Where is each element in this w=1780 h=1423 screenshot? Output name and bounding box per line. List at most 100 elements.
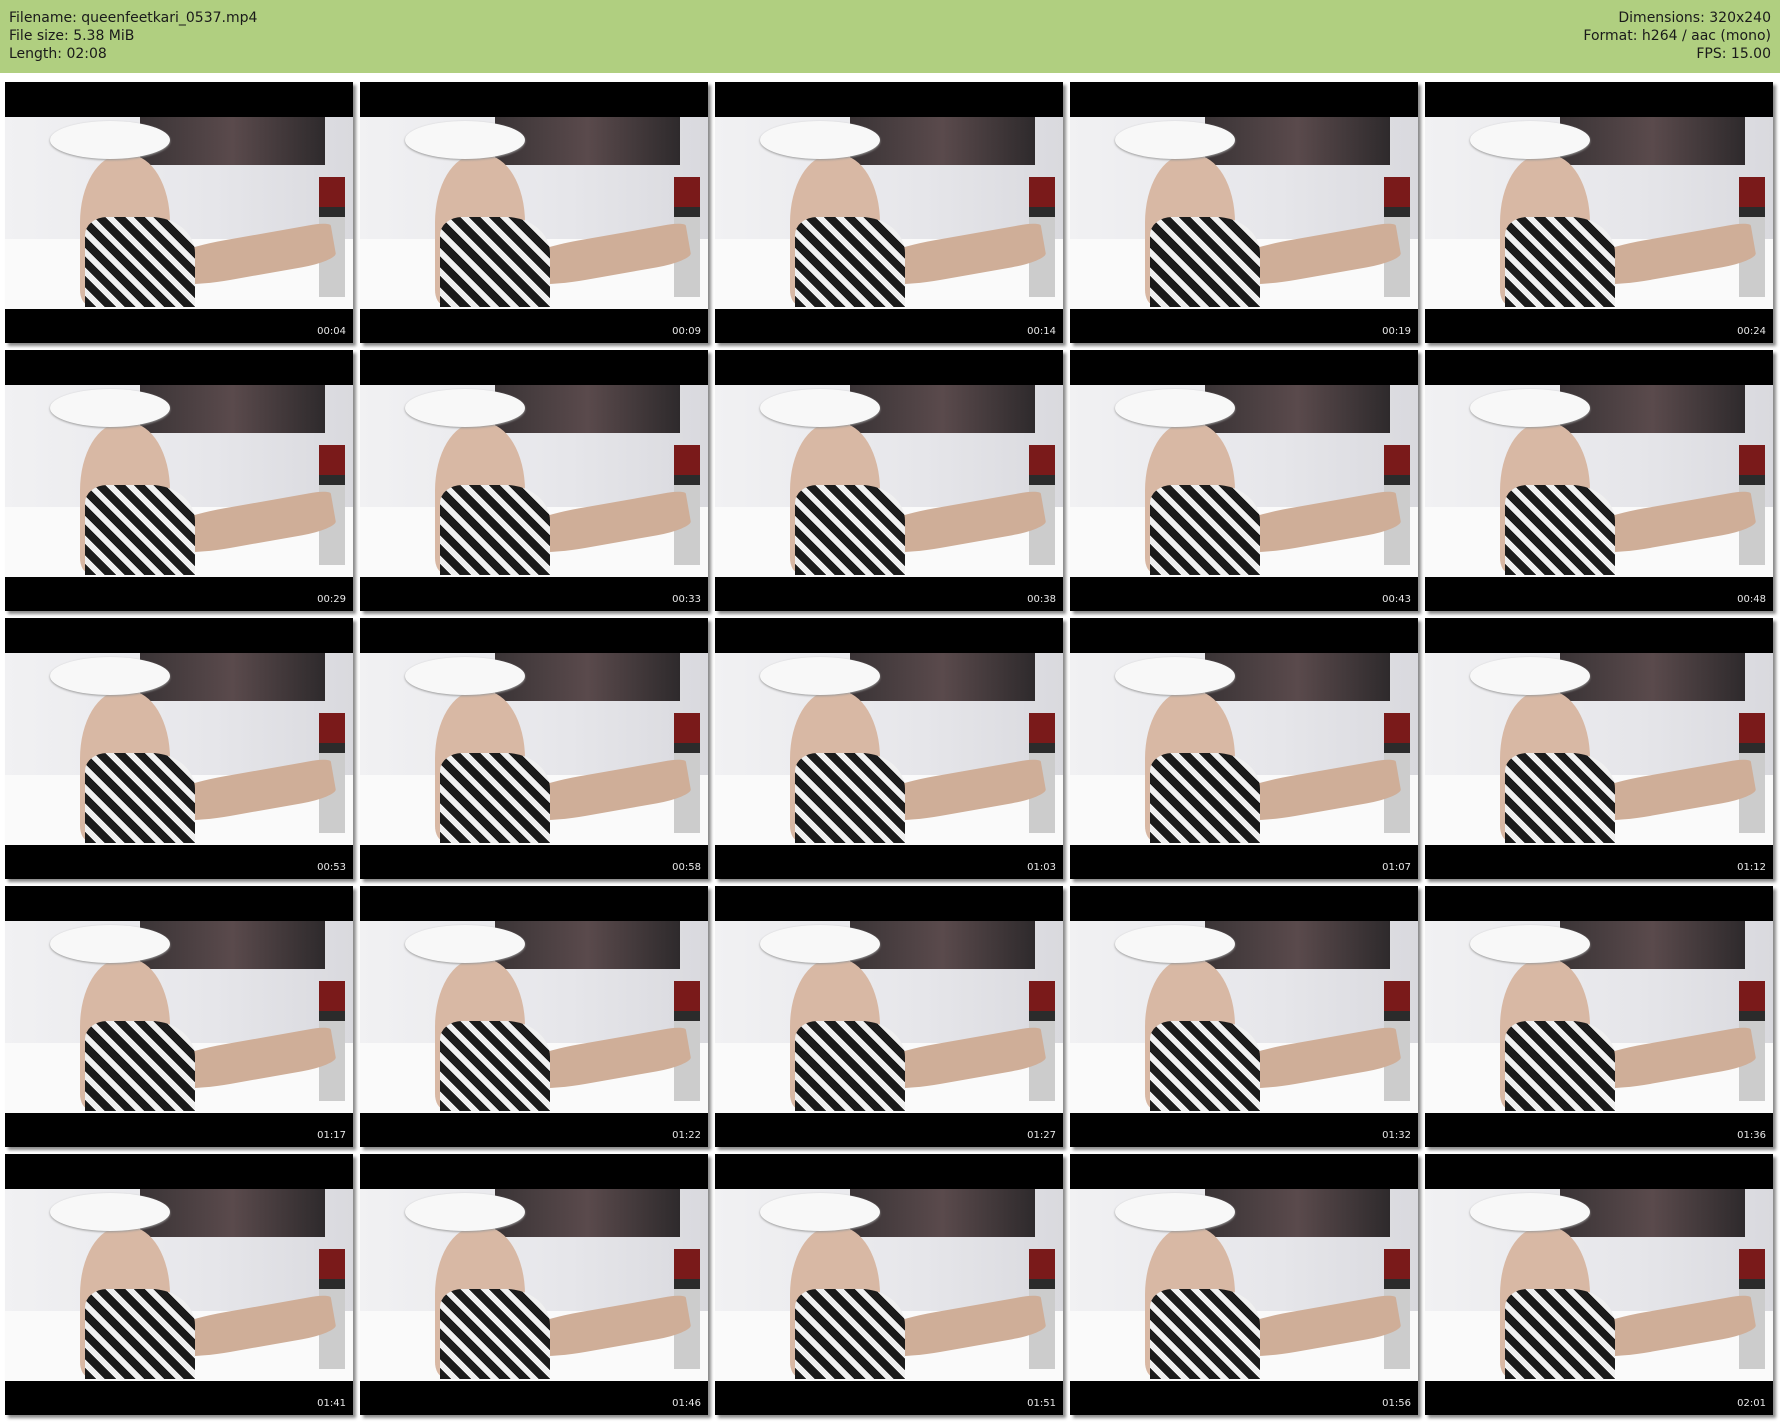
figure-hat — [50, 389, 170, 427]
frame-image — [360, 653, 708, 845]
video-frame-thumbnail[interactable]: 00:38 — [715, 350, 1063, 611]
figure-hat — [760, 389, 880, 427]
dimensions-label: Dimensions: 320x240 — [1618, 10, 1771, 26]
figure-dress — [795, 753, 905, 843]
frame-image — [715, 921, 1063, 1113]
frame-image — [715, 1189, 1063, 1381]
frame-image — [1070, 921, 1418, 1113]
figure-hat — [1470, 389, 1590, 427]
figure-hat — [1115, 389, 1235, 427]
figure-dress — [1150, 217, 1260, 307]
figure-hat — [50, 657, 170, 695]
video-frame-thumbnail[interactable]: 01:07 — [1070, 618, 1418, 879]
figure-dress — [1150, 1289, 1260, 1379]
frame-timestamp: 00:14 — [1027, 326, 1056, 337]
video-frame-thumbnail[interactable]: 00:29 — [5, 350, 353, 611]
frame-timestamp: 01:12 — [1737, 862, 1766, 873]
video-frame-thumbnail[interactable]: 01:03 — [715, 618, 1063, 879]
figure-hat — [50, 1193, 170, 1231]
frame-timestamp: 01:41 — [317, 1398, 346, 1409]
figure-dress — [440, 217, 550, 307]
fps-label: FPS: 15.00 — [1696, 46, 1771, 62]
frame-image — [1425, 385, 1773, 577]
frame-timestamp: 00:43 — [1382, 594, 1411, 605]
figure-hat — [1115, 121, 1235, 159]
figure-dress — [1505, 1021, 1615, 1111]
video-frame-thumbnail[interactable]: 01:12 — [1425, 618, 1773, 879]
figure-hat — [50, 925, 170, 963]
figure-dress — [85, 217, 195, 307]
video-frame-thumbnail[interactable]: 01:27 — [715, 886, 1063, 1147]
figure-dress — [1505, 217, 1615, 307]
figure-dress — [795, 1021, 905, 1111]
video-frame-thumbnail[interactable]: 00:19 — [1070, 82, 1418, 343]
figure-hat — [1115, 1193, 1235, 1231]
video-frame-thumbnail[interactable]: 01:41 — [5, 1154, 353, 1415]
frame-image — [1070, 1189, 1418, 1381]
figure-hat — [760, 925, 880, 963]
info-header: Filename: queenfeetkari_0537.mp4 File si… — [0, 0, 1780, 73]
frame-image — [1070, 385, 1418, 577]
video-frame-thumbnail[interactable]: 00:53 — [5, 618, 353, 879]
figure-dress — [1150, 753, 1260, 843]
video-frame-thumbnail[interactable]: 01:46 — [360, 1154, 708, 1415]
frame-image — [1070, 117, 1418, 309]
frame-timestamp: 00:09 — [672, 326, 701, 337]
frame-image — [5, 385, 353, 577]
frame-timestamp: 00:53 — [317, 862, 346, 873]
video-frame-thumbnail[interactable]: 01:36 — [1425, 886, 1773, 1147]
figure-dress — [1505, 485, 1615, 575]
figure-dress — [1505, 753, 1615, 843]
video-frame-thumbnail[interactable]: 00:43 — [1070, 350, 1418, 611]
figure-hat — [1115, 925, 1235, 963]
figure-hat — [405, 925, 525, 963]
frame-image — [1070, 653, 1418, 845]
figure-hat — [405, 389, 525, 427]
frame-timestamp: 00:19 — [1382, 326, 1411, 337]
figure-dress — [85, 1289, 195, 1379]
frame-image — [715, 117, 1063, 309]
file-info-right: Dimensions: 320x240 Format: h264 / aac (… — [1583, 9, 1771, 63]
video-frame-thumbnail[interactable]: 00:48 — [1425, 350, 1773, 611]
figure-hat — [760, 121, 880, 159]
frame-timestamp: 00:58 — [672, 862, 701, 873]
figure-dress — [795, 1289, 905, 1379]
video-frame-thumbnail[interactable]: 01:51 — [715, 1154, 1063, 1415]
frame-timestamp: 01:36 — [1737, 1130, 1766, 1141]
frame-timestamp: 00:33 — [672, 594, 701, 605]
figure-hat — [1470, 925, 1590, 963]
frame-timestamp: 00:24 — [1737, 326, 1766, 337]
frame-timestamp: 01:03 — [1027, 862, 1056, 873]
figure-hat — [1470, 121, 1590, 159]
frame-image — [1425, 117, 1773, 309]
frame-timestamp: 01:56 — [1382, 1398, 1411, 1409]
figure-dress — [85, 753, 195, 843]
frame-image — [360, 1189, 708, 1381]
figure-hat — [405, 121, 525, 159]
figure-dress — [1150, 485, 1260, 575]
video-frame-thumbnail[interactable]: 00:24 — [1425, 82, 1773, 343]
figure-dress — [1150, 1021, 1260, 1111]
figure-hat — [760, 1193, 880, 1231]
figure-hat — [405, 657, 525, 695]
frame-image — [5, 117, 353, 309]
video-frame-thumbnail[interactable]: 01:22 — [360, 886, 708, 1147]
video-frame-thumbnail[interactable]: 01:17 — [5, 886, 353, 1147]
video-frame-thumbnail[interactable]: 01:56 — [1070, 1154, 1418, 1415]
file-info-left: Filename: queenfeetkari_0537.mp4 File si… — [9, 9, 257, 63]
video-frame-thumbnail[interactable]: 00:33 — [360, 350, 708, 611]
figure-dress — [440, 485, 550, 575]
video-frame-thumbnail[interactable]: 00:09 — [360, 82, 708, 343]
frame-image — [360, 117, 708, 309]
figure-hat — [405, 1193, 525, 1231]
frame-timestamp: 00:29 — [317, 594, 346, 605]
video-frame-thumbnail[interactable]: 00:04 — [5, 82, 353, 343]
frame-timestamp: 01:32 — [1382, 1130, 1411, 1141]
video-frame-thumbnail[interactable]: 01:32 — [1070, 886, 1418, 1147]
video-frame-thumbnail[interactable]: 00:14 — [715, 82, 1063, 343]
figure-dress — [440, 1289, 550, 1379]
figure-dress — [440, 1021, 550, 1111]
figure-dress — [440, 753, 550, 843]
video-frame-thumbnail[interactable]: 02:01 — [1425, 1154, 1773, 1415]
video-frame-thumbnail[interactable]: 00:58 — [360, 618, 708, 879]
